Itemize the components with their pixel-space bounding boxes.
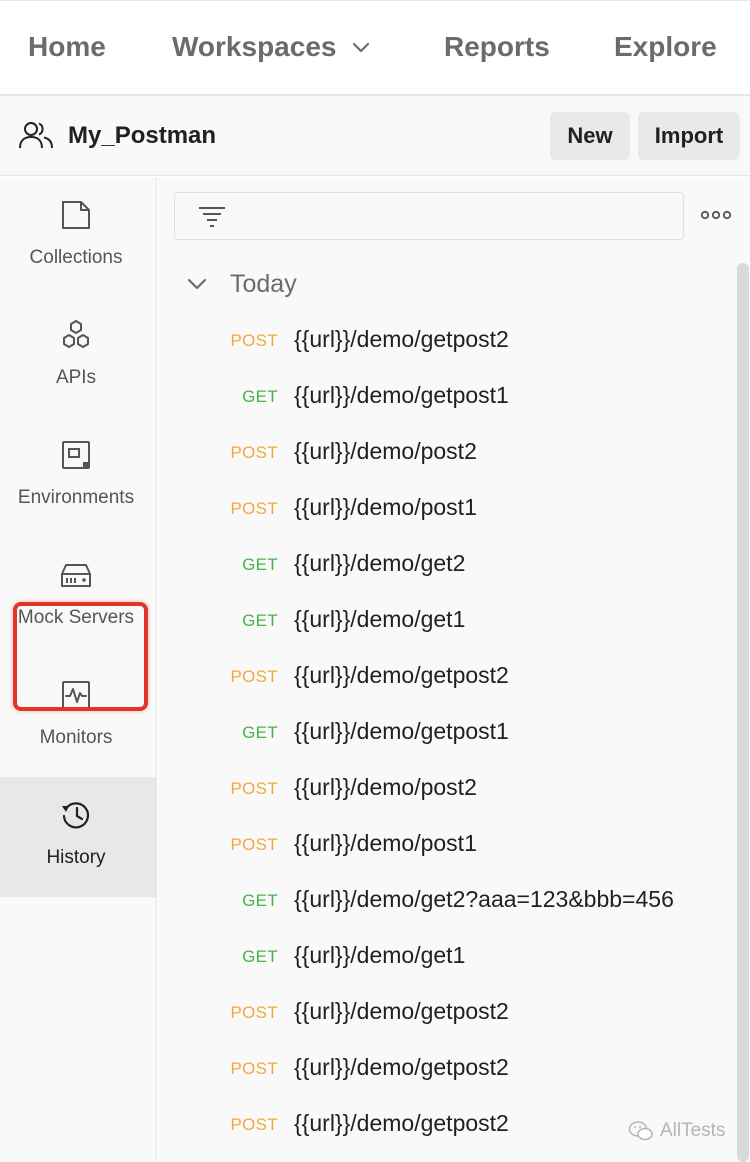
- sidebar-item-label: History: [46, 847, 106, 868]
- new-button[interactable]: New: [550, 112, 630, 160]
- history-request-row[interactable]: POST {{url}}/demo/getpost2: [158, 1040, 708, 1096]
- filter-input[interactable]: [174, 192, 684, 240]
- request-method: POST: [230, 499, 278, 518]
- nav-workspaces[interactable]: Workspaces: [172, 31, 372, 63]
- nav-home[interactable]: Home: [28, 31, 106, 63]
- request-method: POST: [230, 331, 278, 350]
- group-title: Today: [230, 269, 297, 298]
- request-method: POST: [230, 1003, 278, 1022]
- request-url: {{url}}/demo/getpost2: [294, 662, 509, 688]
- history-request-row[interactable]: GET {{url}}/demo/get1: [158, 592, 708, 648]
- request-method: POST: [230, 1115, 278, 1134]
- request-url: {{url}}/demo/getpost1: [294, 718, 509, 744]
- history-request-row[interactable]: POST {{url}}/demo/post1: [158, 816, 708, 872]
- chevron-down-icon: [353, 42, 370, 53]
- history-request-row[interactable]: GET {{url}}/demo/get2?aaa=123&bbb=456: [158, 872, 708, 928]
- nav-reports[interactable]: Reports: [444, 31, 550, 63]
- wechat-icon: [628, 1121, 653, 1141]
- request-method: GET: [242, 947, 278, 966]
- history-request-row[interactable]: GET {{url}}/demo/get1: [158, 928, 708, 984]
- history-request-row[interactable]: GET {{url}}/demo/getpost1: [158, 368, 708, 424]
- sidebar-item-environments[interactable]: Environments: [0, 417, 156, 537]
- monitors-icon: [62, 681, 90, 709]
- history-request-row[interactable]: POST {{url}}/demo/post2: [158, 760, 708, 816]
- request-method: GET: [242, 387, 278, 406]
- history-group-today[interactable]: Today: [186, 263, 297, 305]
- sidebar-item-history[interactable]: History: [0, 777, 156, 897]
- workspace-name[interactable]: My_Postman: [68, 122, 216, 150]
- request-method: GET: [242, 723, 278, 742]
- history-request-row[interactable]: GET {{url}}/demo/get2: [158, 536, 708, 592]
- sidebar-item-label: Monitors: [39, 727, 113, 748]
- history-panel: Today POST {{url}}/demo/getpost2 GET {{url}…: [158, 177, 750, 1162]
- history-request-row[interactable]: POST {{url}}/demo/post1: [158, 480, 708, 536]
- request-method: GET: [242, 891, 278, 910]
- request-url: {{url}}/demo/getpost2: [294, 998, 509, 1024]
- history-request-row[interactable]: GET {{url}}/demo/getpost1: [158, 704, 708, 760]
- mock-servers-icon: [61, 564, 91, 587]
- sidebar-item-label: APIs: [55, 367, 97, 388]
- sidebar-item-collections[interactable]: Collections: [0, 177, 156, 297]
- apis-icon: [63, 320, 89, 348]
- request-method: POST: [230, 835, 278, 854]
- request-method: POST: [230, 667, 278, 686]
- request-url: {{url}}/demo/getpost2: [294, 326, 509, 352]
- workspace-bar: My_Postman New Import: [0, 96, 750, 176]
- sidebar-item-monitors[interactable]: Monitors: [0, 657, 156, 777]
- history-request-row[interactable]: POST {{url}}/demo/getpost2: [158, 1096, 708, 1152]
- request-method: POST: [230, 1059, 278, 1078]
- request-url: {{url}}/demo/get2: [294, 550, 466, 576]
- watermark: AllTests: [628, 1120, 725, 1142]
- sidebar-item-label: Collections: [29, 247, 123, 268]
- collections-icon: [62, 201, 90, 229]
- request-method: POST: [230, 443, 278, 462]
- history-icon: [62, 802, 90, 829]
- top-navigation: Home Workspaces Reports Explore: [0, 0, 750, 96]
- chevron-down-icon: [187, 278, 207, 290]
- team-icon: [19, 122, 53, 149]
- request-url: {{url}}/demo/getpost2: [294, 1054, 509, 1080]
- request-url: {{url}}/demo/get1: [294, 942, 466, 968]
- nav-explore[interactable]: Explore: [614, 31, 717, 63]
- request-method: POST: [230, 779, 278, 798]
- sidebar-item-mock-servers[interactable]: Mock Servers: [0, 537, 156, 657]
- request-url: {{url}}/demo/post2: [294, 774, 477, 800]
- scrollbar[interactable]: [737, 263, 749, 1162]
- history-request-row[interactable]: POST {{url}}/demo/post2: [158, 424, 708, 480]
- request-url: {{url}}/demo/post1: [294, 830, 477, 856]
- request-url: {{url}}/demo/getpost1: [294, 382, 509, 408]
- request-url: {{url}}/demo/post1: [294, 494, 477, 520]
- request-method: GET: [242, 611, 278, 630]
- history-request-row[interactable]: POST {{url}}/demo/getpost2: [158, 648, 708, 704]
- history-request-row[interactable]: POST {{url}}/demo/getpost2: [158, 984, 708, 1040]
- request-url: {{url}}/demo/post2: [294, 438, 477, 464]
- history-request-row[interactable]: POST {{url}}/demo/getpost2: [158, 312, 708, 368]
- environments-icon: [62, 441, 90, 469]
- more-options-icon[interactable]: [700, 207, 732, 223]
- request-url: {{url}}/demo/get1: [294, 606, 466, 632]
- sidebar-item-apis[interactable]: APIs: [0, 297, 156, 417]
- import-button[interactable]: Import: [638, 112, 740, 160]
- request-method: GET: [242, 555, 278, 574]
- filter-icon: [199, 207, 225, 227]
- sidebar-item-label: Environments: [17, 487, 135, 508]
- request-url: {{url}}/demo/get2?aaa=123&bbb=456: [294, 886, 674, 912]
- watermark-text: AllTests: [660, 1120, 726, 1141]
- sidebar-item-label: Mock Servers: [17, 607, 135, 628]
- sidebar: Collections APIs Environments Mock Serve…: [0, 177, 157, 1162]
- history-list: POST {{url}}/demo/getpost2 GET {{url}}/demo…: [158, 312, 708, 1152]
